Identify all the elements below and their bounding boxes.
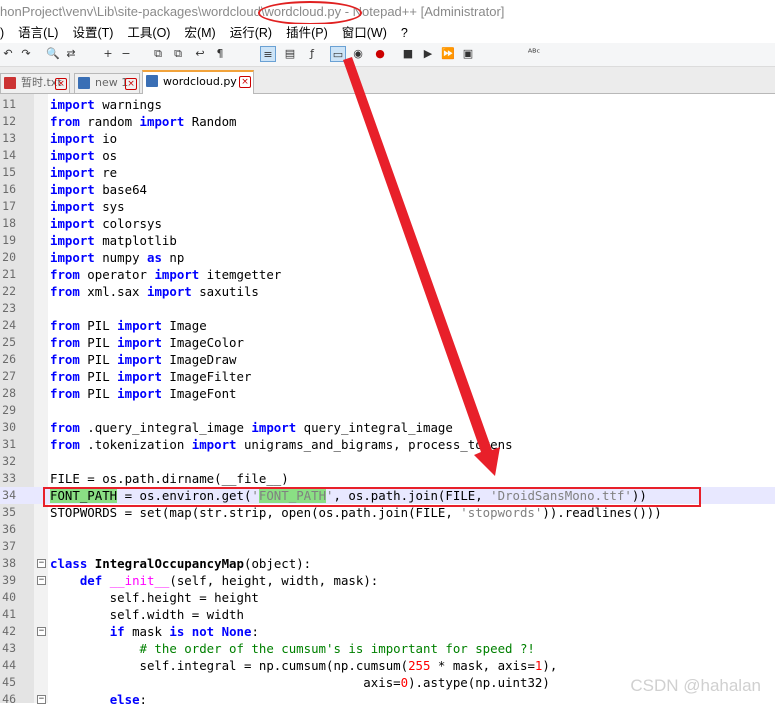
annotation-arrow (343, 57, 500, 476)
watermark: CSDN @hahalan (630, 676, 761, 695)
